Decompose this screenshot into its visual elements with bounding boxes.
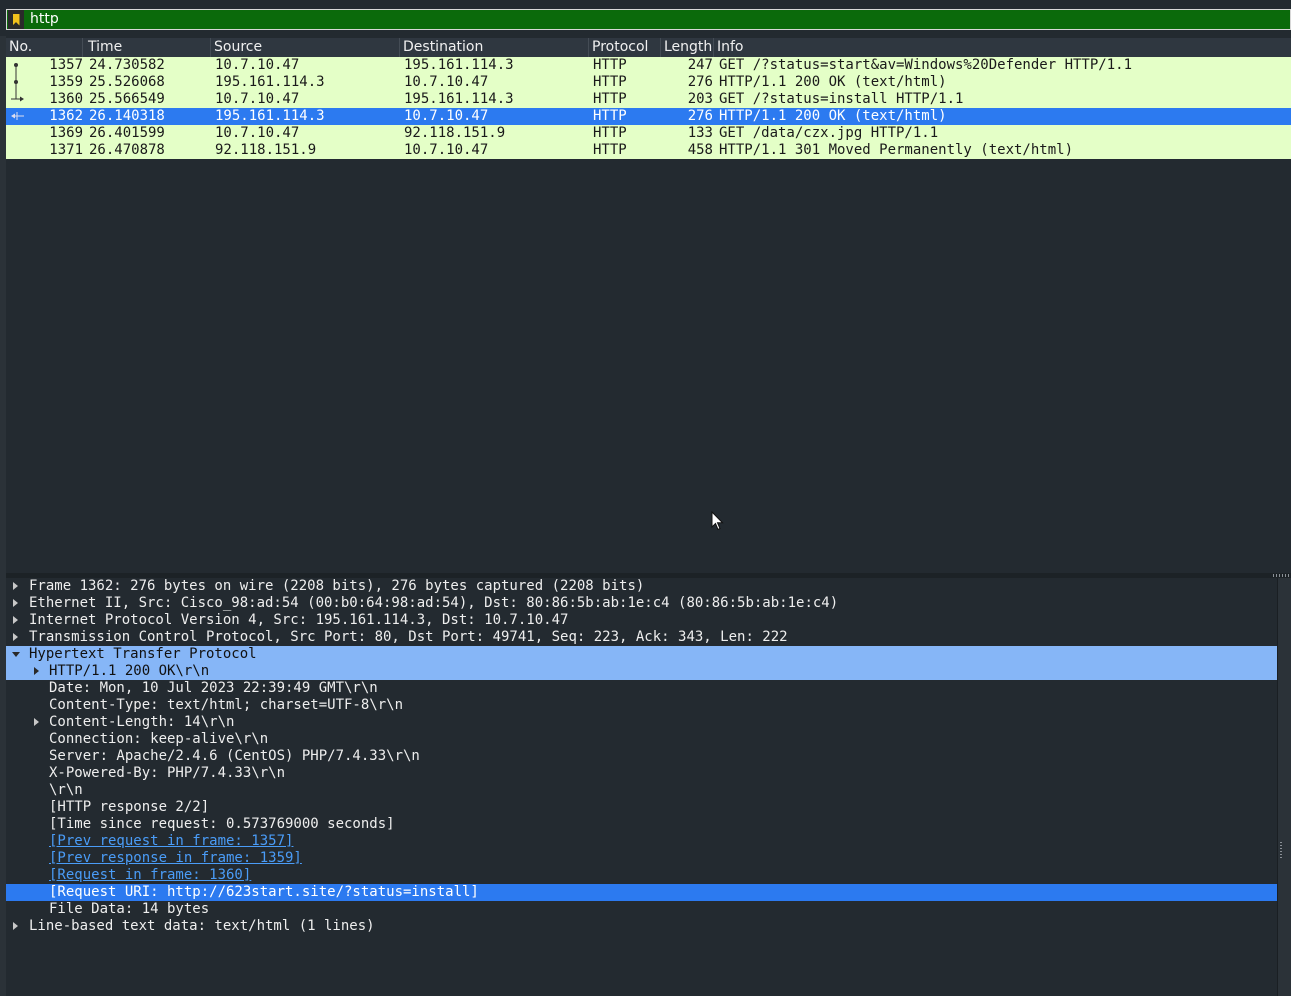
expand-arrow-icon[interactable] — [13, 582, 18, 590]
tree-item-line-based-text[interactable]: Line-based text data: text/html (1 lines… — [6, 918, 1277, 935]
expand-arrow-icon[interactable] — [13, 633, 18, 641]
packet-list[interactable]: No. Time Source Destination Protocol Len… — [6, 38, 1291, 573]
packet-details[interactable]: Frame 1362: 276 bytes on wire (2208 bits… — [6, 578, 1277, 996]
expand-arrow-icon[interactable] — [13, 922, 18, 930]
column-header-protocol[interactable]: Protocol — [589, 38, 661, 57]
packet-row[interactable]: 1371 26.470878 92.118.151.9 10.7.10.47 H… — [6, 142, 1291, 159]
tree-item-content-type[interactable]: Content-Type: text/html; charset=UTF-8\r… — [6, 697, 1277, 714]
tree-item-crlf[interactable]: \r\n — [6, 782, 1277, 799]
column-header-time[interactable]: Time — [85, 38, 211, 57]
expand-arrow-icon[interactable] — [13, 616, 18, 624]
column-header-no[interactable]: No. — [6, 38, 83, 57]
packet-row-selected[interactable]: 1362 26.140318 195.161.114.3 10.7.10.47 … — [6, 108, 1291, 125]
display-filter-input[interactable]: http — [30, 10, 59, 29]
link-prev-request[interactable]: [Prev request in frame: 1357] — [6, 833, 1277, 850]
top-strip — [0, 0, 1291, 6]
packet-row[interactable]: 1369 26.401599 10.7.10.47 92.118.151.9 H… — [6, 125, 1291, 142]
tree-item-ethernet[interactable]: Ethernet II, Src: Cisco_98:ad:54 (00:b0:… — [6, 595, 1277, 612]
packet-row[interactable]: 1360 25.566549 10.7.10.47 195.161.114.3 … — [6, 91, 1291, 108]
tree-item-frame[interactable]: Frame 1362: 276 bytes on wire (2208 bits… — [6, 578, 1277, 595]
column-header-source[interactable]: Source — [211, 38, 400, 57]
packet-row[interactable]: 1359 25.526068 195.161.114.3 10.7.10.47 … — [6, 74, 1291, 91]
link-request-in-frame[interactable]: [Request in frame: 1360] — [6, 867, 1277, 884]
tree-item-date[interactable]: Date: Mon, 10 Jul 2023 22:39:49 GMT\r\n — [6, 680, 1277, 697]
tree-item-request-uri-selected[interactable]: [Request URI: http://623start.site/?stat… — [6, 884, 1277, 901]
tree-item-http[interactable]: Hypertext Transfer Protocol — [6, 646, 1277, 663]
tree-item-status-line[interactable]: HTTP/1.1 200 OK\r\n — [6, 663, 1277, 680]
tree-item-connection[interactable]: Connection: keep-alive\r\n — [6, 731, 1277, 748]
mouse-cursor-icon — [711, 511, 724, 531]
details-scrollbar[interactable] — [1277, 578, 1291, 996]
tree-item-time-since-request[interactable]: [Time since request: 0.573769000 seconds… — [6, 816, 1277, 833]
packet-list-header: No. Time Source Destination Protocol Len… — [6, 38, 1291, 58]
collapse-arrow-icon[interactable] — [12, 652, 20, 657]
display-filter-bar[interactable]: http — [6, 9, 1291, 30]
column-header-destination[interactable]: Destination — [400, 38, 589, 57]
tree-item-ip[interactable]: Internet Protocol Version 4, Src: 195.16… — [6, 612, 1277, 629]
tree-item-tcp[interactable]: Transmission Control Protocol, Src Port:… — [6, 629, 1277, 646]
link-prev-response[interactable]: [Prev response in frame: 1359] — [6, 850, 1277, 867]
filter-bookmark-button[interactable] — [8, 10, 24, 29]
expand-arrow-icon[interactable] — [34, 667, 39, 675]
packet-row[interactable]: 1357 24.730582 10.7.10.47 195.161.114.3 … — [6, 57, 1291, 74]
tree-item-file-data[interactable]: File Data: 14 bytes — [6, 901, 1277, 918]
column-header-length[interactable]: Length — [661, 38, 714, 57]
splitter-grip-icon — [1273, 574, 1289, 577]
tree-item-content-length[interactable]: Content-Length: 14\r\n — [6, 714, 1277, 731]
scrollbar-grip-icon — [1280, 842, 1282, 860]
tree-item-server[interactable]: Server: Apache/2.4.6 (CentOS) PHP/7.4.33… — [6, 748, 1277, 765]
tree-item-powered-by[interactable]: X-Powered-By: PHP/7.4.33\r\n — [6, 765, 1277, 782]
expand-arrow-icon[interactable] — [13, 599, 18, 607]
bookmark-icon — [12, 13, 20, 26]
expand-arrow-icon[interactable] — [34, 718, 39, 726]
tree-item-response-number[interactable]: [HTTP response 2/2] — [6, 799, 1277, 816]
column-header-info[interactable]: Info — [714, 38, 1291, 57]
